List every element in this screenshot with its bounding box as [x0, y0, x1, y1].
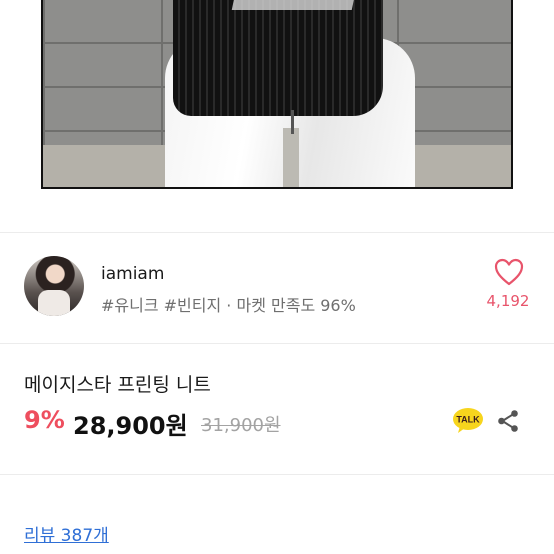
like-count: 4,192	[486, 292, 530, 310]
avatar[interactable]	[24, 256, 84, 316]
avatar-figure	[38, 290, 70, 316]
photo-drawstring	[291, 110, 294, 134]
divider-seller	[0, 343, 554, 344]
kakao-talk-label: TALK	[456, 415, 480, 425]
product-photo[interactable]	[41, 0, 513, 189]
photo-shirt-print	[231, 0, 355, 10]
seller-tags: #유니크 #빈티지 · 마켓 만족도 96%	[101, 296, 356, 315]
product-photo-area	[0, 0, 554, 232]
seller-name[interactable]: iamiam	[101, 264, 164, 284]
original-price: 31,900원	[201, 415, 281, 436]
sale-price: 28,900원	[73, 412, 188, 440]
divider-price	[0, 474, 554, 475]
share-icon[interactable]	[496, 409, 520, 433]
product-title: 메이지스타 프린팅 니트	[24, 374, 211, 396]
reviews-link[interactable]: 리뷰 387개	[24, 521, 109, 546]
heart-icon[interactable]	[494, 258, 524, 286]
divider-top	[0, 232, 554, 233]
photo-pants-split	[283, 128, 299, 187]
kakao-talk-icon[interactable]: TALK	[452, 407, 484, 435]
photo-shirt	[173, 0, 383, 116]
discount-rate: 9%	[24, 406, 65, 434]
